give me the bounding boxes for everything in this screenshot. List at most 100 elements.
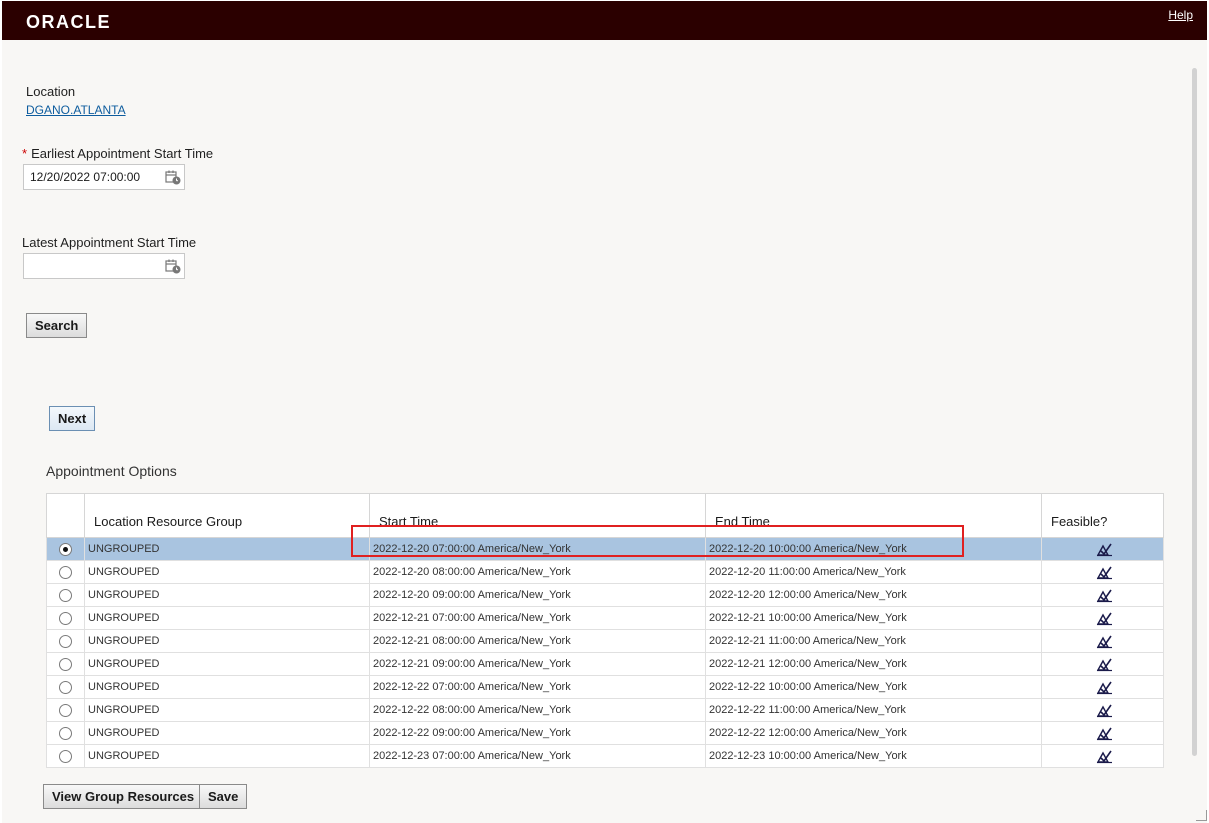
- feasible-cell: [1041, 652, 1164, 676]
- feasible-check-icon[interactable]: [1096, 565, 1113, 580]
- row-select-cell: [46, 675, 85, 699]
- feasible-check-icon[interactable]: [1096, 634, 1113, 649]
- table-row[interactable]: UNGROUPED 2022-12-20 08:00:00 America/New…: [46, 560, 1164, 584]
- appointment-options-table: Location Resource Group Start Time End T…: [46, 493, 1164, 768]
- column-header-feasible[interactable]: Feasible?: [1041, 493, 1164, 538]
- start-time-cell: 2022-12-22 07:00:00 America/New_York: [369, 675, 706, 699]
- row-radio-button[interactable]: [59, 657, 72, 671]
- group-cell: UNGROUPED: [84, 583, 370, 607]
- resize-grip[interactable]: [1196, 810, 1207, 821]
- column-header-end-time[interactable]: End Time: [705, 493, 1042, 538]
- earliest-start-input[interactable]: [24, 165, 168, 189]
- end-time-cell: 2022-12-21 11:00:00 America/New_York: [705, 629, 1042, 653]
- oracle-logo: ORACLE: [26, 12, 111, 32]
- earliest-start-field: [23, 164, 185, 190]
- start-time-cell: 2022-12-21 09:00:00 America/New_York: [369, 652, 706, 676]
- end-time-cell: 2022-12-20 11:00:00 America/New_York: [705, 560, 1042, 584]
- start-time-cell: 2022-12-20 09:00:00 America/New_York: [369, 583, 706, 607]
- row-select-cell: [46, 721, 85, 745]
- row-select-cell: [46, 698, 85, 722]
- column-header-start-time[interactable]: Start Time: [369, 493, 706, 538]
- end-time-cell: 2022-12-21 12:00:00 America/New_York: [705, 652, 1042, 676]
- earliest-start-label: * Earliest Appointment Start Time: [22, 146, 213, 161]
- row-radio-button[interactable]: [59, 542, 72, 556]
- row-radio-button[interactable]: [59, 634, 72, 648]
- group-cell: UNGROUPED: [84, 698, 370, 722]
- table-row[interactable]: UNGROUPED 2022-12-22 08:00:00 America/New…: [46, 698, 1164, 722]
- feasible-cell: [1041, 583, 1164, 607]
- row-radio-button[interactable]: [59, 726, 72, 740]
- row-select-cell: [46, 606, 85, 630]
- row-select-cell: [46, 560, 85, 584]
- group-cell: UNGROUPED: [84, 629, 370, 653]
- latest-start-input[interactable]: [24, 254, 168, 278]
- feasible-check-icon[interactable]: [1096, 703, 1113, 718]
- feasible-cell: [1041, 675, 1164, 699]
- feasible-check-icon[interactable]: [1096, 680, 1113, 695]
- feasible-check-icon[interactable]: [1096, 611, 1113, 626]
- row-select-cell: [46, 744, 85, 768]
- row-radio-button[interactable]: [59, 588, 72, 602]
- required-mark: *: [22, 146, 28, 161]
- end-time-cell: 2022-12-23 10:00:00 America/New_York: [705, 744, 1042, 768]
- column-header-group[interactable]: Location Resource Group: [84, 493, 370, 538]
- save-button[interactable]: Save: [199, 784, 248, 809]
- table-header-row: Location Resource Group Start Time End T…: [46, 493, 1164, 538]
- search-button[interactable]: Search: [26, 313, 88, 338]
- help-link[interactable]: Help: [1168, 8, 1193, 22]
- table-row[interactable]: UNGROUPED 2022-12-22 09:00:00 America/New…: [46, 721, 1164, 745]
- group-cell: UNGROUPED: [84, 606, 370, 630]
- location-label: Location: [26, 84, 76, 99]
- table-row[interactable]: UNGROUPED 2022-12-23 07:00:00 America/New…: [46, 744, 1164, 768]
- next-button[interactable]: Next: [49, 406, 96, 431]
- end-time-cell: 2022-12-22 10:00:00 America/New_York: [705, 675, 1042, 699]
- feasible-check-icon[interactable]: [1096, 542, 1113, 557]
- group-cell: UNGROUPED: [84, 537, 370, 561]
- table-row[interactable]: UNGROUPED 2022-12-21 07:00:00 America/New…: [46, 606, 1164, 630]
- row-radio-button[interactable]: [59, 611, 72, 625]
- appointment-options-title: Appointment Options: [46, 463, 177, 479]
- feasible-check-icon[interactable]: [1096, 657, 1113, 672]
- end-time-cell: 2022-12-21 10:00:00 America/New_York: [705, 606, 1042, 630]
- table-row[interactable]: UNGROUPED 2022-12-21 09:00:00 America/New…: [46, 652, 1164, 676]
- group-cell: UNGROUPED: [84, 675, 370, 699]
- vertical-scrollbar[interactable]: [1192, 68, 1197, 756]
- top-header-bar: ORACLE Help: [2, 1, 1207, 40]
- feasible-cell: [1041, 698, 1164, 722]
- row-radio-button[interactable]: [59, 749, 72, 763]
- feasible-check-icon[interactable]: [1096, 588, 1113, 603]
- group-cell: UNGROUPED: [84, 721, 370, 745]
- calendar-clock-icon[interactable]: [165, 170, 181, 185]
- latest-start-field: [23, 253, 185, 279]
- location-link[interactable]: DGANO.ATLANTA: [26, 103, 126, 117]
- start-time-cell: 2022-12-21 07:00:00 America/New_York: [369, 606, 706, 630]
- start-time-cell: 2022-12-22 08:00:00 America/New_York: [369, 698, 706, 722]
- start-time-cell: 2022-12-20 08:00:00 America/New_York: [369, 560, 706, 584]
- feasible-cell: [1041, 744, 1164, 768]
- calendar-clock-icon[interactable]: [165, 259, 181, 274]
- table-row[interactable]: UNGROUPED 2022-12-22 07:00:00 America/New…: [46, 675, 1164, 699]
- row-radio-button[interactable]: [59, 565, 72, 579]
- row-select-cell: [46, 629, 85, 653]
- start-time-cell: 2022-12-20 07:00:00 America/New_York: [369, 537, 706, 561]
- view-group-resources-button[interactable]: View Group Resources: [43, 784, 204, 809]
- feasible-cell: [1041, 606, 1164, 630]
- row-radio-button[interactable]: [59, 703, 72, 717]
- feasible-check-icon[interactable]: [1096, 749, 1113, 764]
- column-header-select: [46, 493, 85, 538]
- feasible-check-icon[interactable]: [1096, 726, 1113, 741]
- end-time-cell: 2022-12-20 10:00:00 America/New_York: [705, 537, 1042, 561]
- end-time-cell: 2022-12-22 12:00:00 America/New_York: [705, 721, 1042, 745]
- table-row[interactable]: UNGROUPED 2022-12-20 07:00:00 America/New…: [46, 537, 1164, 561]
- table-row[interactable]: UNGROUPED 2022-12-21 08:00:00 America/New…: [46, 629, 1164, 653]
- earliest-start-label-text: Earliest Appointment Start Time: [31, 146, 214, 161]
- row-select-cell: [46, 652, 85, 676]
- group-cell: UNGROUPED: [84, 744, 370, 768]
- latest-start-label: Latest Appointment Start Time: [22, 235, 197, 250]
- table-row[interactable]: UNGROUPED 2022-12-20 09:00:00 America/New…: [46, 583, 1164, 607]
- end-time-cell: 2022-12-20 12:00:00 America/New_York: [705, 583, 1042, 607]
- start-time-cell: 2022-12-21 08:00:00 America/New_York: [369, 629, 706, 653]
- start-time-cell: 2022-12-23 07:00:00 America/New_York: [369, 744, 706, 768]
- row-radio-button[interactable]: [59, 680, 72, 694]
- row-select-cell: [46, 583, 85, 607]
